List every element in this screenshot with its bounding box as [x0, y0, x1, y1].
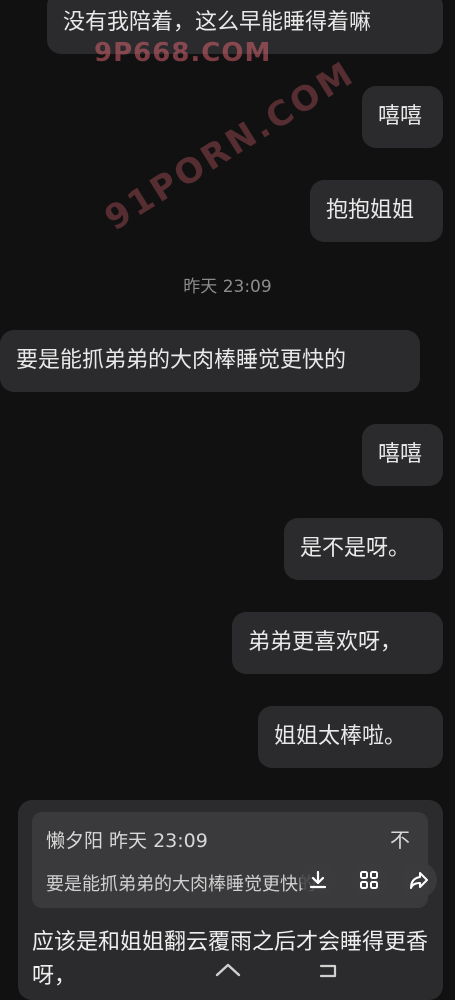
message-bubble[interactable]: 弟弟更喜欢呀， [232, 612, 443, 674]
message-bubble[interactable]: 嘻嘻 [362, 424, 443, 486]
quote-header: 懒夕阳 昨天 23:09 [46, 830, 208, 852]
grid-icon[interactable] [351, 862, 387, 898]
message-bubble[interactable]: 姐姐太棒啦。 [258, 706, 443, 768]
share-icon[interactable] [401, 862, 437, 898]
message-text: 嘻嘻 [378, 104, 423, 129]
timestamp: 昨天 23:09 [183, 277, 272, 297]
message-text: 嘻嘻 [378, 442, 423, 467]
close-icon[interactable]: 不 [390, 824, 410, 853]
message-text: 要是能抓弟弟的大肉棒睡觉更快的 [16, 348, 347, 373]
message-text: 弟弟更喜欢呀， [248, 630, 403, 655]
message-text: 抱抱姐姐 [326, 198, 415, 223]
quote-body: 要是能抓弟弟的大肉棒睡觉更快的 [46, 874, 316, 895]
message-bubble[interactable]: 嘻嘻 [362, 86, 443, 148]
back-icon[interactable] [316, 960, 342, 986]
download-icon[interactable] [300, 862, 336, 898]
message-bubble[interactable]: 抱抱姐姐 [310, 180, 443, 242]
message-text: 没有我陪着，这么早能睡得着嘛 [63, 10, 372, 35]
message-text: 姐姐太棒啦。 [274, 724, 407, 749]
home-icon[interactable] [214, 960, 242, 986]
message-bubble[interactable]: 没有我陪着，这么早能睡得着嘛 [47, 0, 443, 54]
message-bubble[interactable]: 要是能抓弟弟的大肉棒睡觉更快的 [0, 330, 420, 392]
message-text: 是不是呀。 [300, 536, 411, 561]
message-bubble[interactable]: 是不是呀。 [284, 518, 443, 580]
